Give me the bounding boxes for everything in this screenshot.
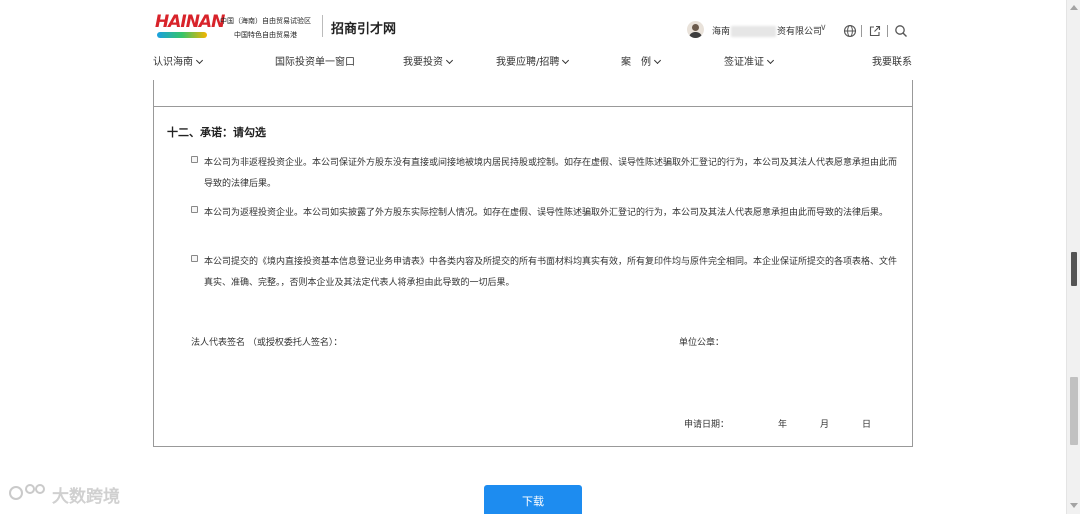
watermark-text: 大数跨境	[52, 487, 120, 507]
scroll-marker	[1071, 252, 1077, 286]
date-year-label: 年	[778, 420, 788, 430]
commitment-text: 本公司为返程投资企业。本公司如实披露了外方股东实际控制人情况。如存在虚假、误导性…	[204, 208, 889, 218]
page-scrollbar[interactable]	[1066, 0, 1080, 514]
commitment-checkbox[interactable]	[191, 206, 198, 213]
commitment-form-panel: 十二、承诺：请勾选 本公司为非返程投资企业。本公司保证外方股东没有直接或间接地被…	[153, 80, 913, 447]
panel-divider	[154, 106, 912, 107]
application-date-label: 申请日期：	[684, 420, 730, 430]
commitment-checkbox[interactable]	[191, 156, 198, 163]
company-prefix: 海南	[712, 27, 731, 37]
header-divider	[322, 15, 323, 37]
chevron-down-icon	[445, 56, 454, 65]
org-name-line1: 中国（海南）自由贸易试验区	[220, 17, 311, 25]
company-seal-label: 单位公章：	[679, 338, 725, 348]
date-day-label: 日	[862, 420, 872, 430]
user-avatar[interactable]	[687, 21, 704, 38]
chevron-down-icon	[766, 56, 775, 65]
commitment-checkbox[interactable]	[191, 255, 198, 262]
hainan-logo[interactable]: HAINAN	[155, 12, 225, 42]
nav-item-contact[interactable]: 我要联系	[872, 53, 912, 68]
main-nav: 认识海南 国际投资单一窗口 我要投资 我要应聘/招聘 案 例 签证准证 我要联系	[0, 50, 1066, 72]
nav-item-cases[interactable]: 案 例	[621, 53, 662, 68]
nav-item-single-window[interactable]: 国际投资单一窗口	[275, 53, 355, 68]
logo-wave	[157, 32, 207, 38]
nav-item-know-hainan[interactable]: 认识海南	[153, 53, 204, 68]
org-name-line2: 中国特色自由贸易港	[234, 31, 297, 39]
nav-item-visa[interactable]: 签证准证	[724, 53, 775, 68]
chevron-down-icon[interactable]: ∨	[820, 23, 827, 33]
chevron-down-icon	[653, 56, 662, 65]
legal-rep-signature-label: 法人代表签名 （或授权委托人签名）：	[191, 338, 343, 348]
company-redacted	[731, 26, 777, 37]
scroll-up-arrow-icon[interactable]	[1070, 5, 1078, 10]
globe-icon[interactable]	[843, 24, 857, 38]
nav-item-invest[interactable]: 我要投资	[403, 53, 454, 68]
commitment-text: 本公司提交的《境内直接投资基本信息登记业务申请表》中各类内容及所提交的所有书面材…	[204, 257, 898, 288]
scrollbar-thumb[interactable]	[1070, 377, 1078, 445]
external-link-icon[interactable]	[868, 24, 882, 38]
company-name[interactable]: 海南 资有限公司	[712, 24, 822, 37]
search-icon[interactable]	[894, 24, 908, 38]
logo-text: HAINAN	[155, 12, 225, 32]
icon-separator	[861, 25, 862, 37]
scroll-down-arrow-icon[interactable]	[1070, 503, 1078, 508]
section-title: 十二、承诺：请勾选	[167, 126, 266, 139]
date-month-label: 月	[820, 420, 830, 430]
company-suffix: 资有限公司	[777, 27, 823, 37]
chevron-down-icon	[195, 56, 204, 65]
download-button[interactable]: 下载	[484, 485, 582, 514]
nav-item-jobs[interactable]: 我要应聘/招聘	[496, 53, 570, 68]
chevron-down-icon	[562, 56, 570, 65]
watermark-logo-icon	[9, 484, 45, 500]
icon-separator	[887, 25, 888, 37]
commitment-text: 本公司为非返程投资企业。本公司保证外方股东没有直接或间接地被境内居民持股或控制。…	[204, 158, 898, 189]
site-title[interactable]: 招商引才网	[331, 18, 396, 37]
